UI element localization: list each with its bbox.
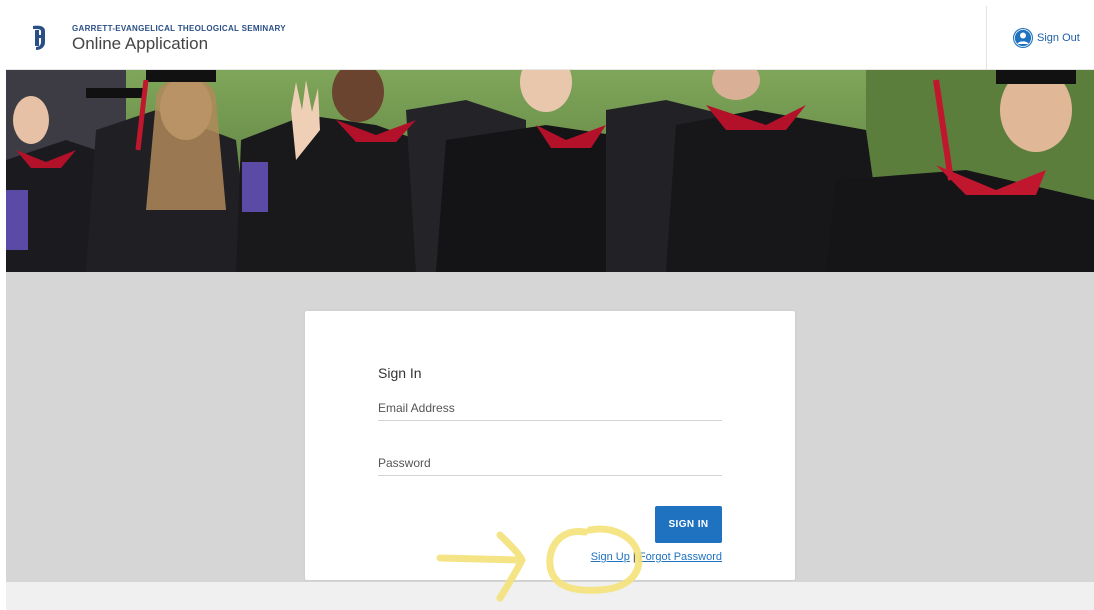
app-title: Online Application <box>72 34 209 53</box>
header-divider <box>986 6 987 70</box>
sign-out-button[interactable]: Sign Out <box>1012 26 1080 50</box>
sign-in-button[interactable]: SIGN IN <box>655 506 722 543</box>
link-separator: | <box>632 551 636 563</box>
password-field[interactable] <box>378 450 722 476</box>
page: GARRETT-EVANGELICAL THEOLOGICAL SEMINARY… <box>0 0 1094 610</box>
org-name: GARRETT-EVANGELICAL THEOLOGICAL SEMINARY <box>72 24 286 33</box>
app-header: GARRETT-EVANGELICAL THEOLOGICAL SEMINARY… <box>6 6 1094 70</box>
account-links: Sign Up | Forgot Password <box>591 551 722 563</box>
footer-strip <box>6 582 1094 610</box>
graduates-photo <box>6 70 1094 272</box>
forgot-password-link[interactable]: Forgot Password <box>639 551 722 563</box>
user-circle-icon <box>1013 28 1033 48</box>
sign-in-card: Sign In SIGN IN Sign Up | Forgot Passwor… <box>305 311 795 580</box>
email-field[interactable] <box>378 395 722 421</box>
sign-up-link[interactable]: Sign Up <box>591 551 630 563</box>
hero-banner-image <box>6 70 1094 272</box>
seminary-logo-icon <box>33 25 45 50</box>
sign-in-title: Sign In <box>378 365 422 381</box>
sign-out-label: Sign Out <box>1037 32 1080 44</box>
